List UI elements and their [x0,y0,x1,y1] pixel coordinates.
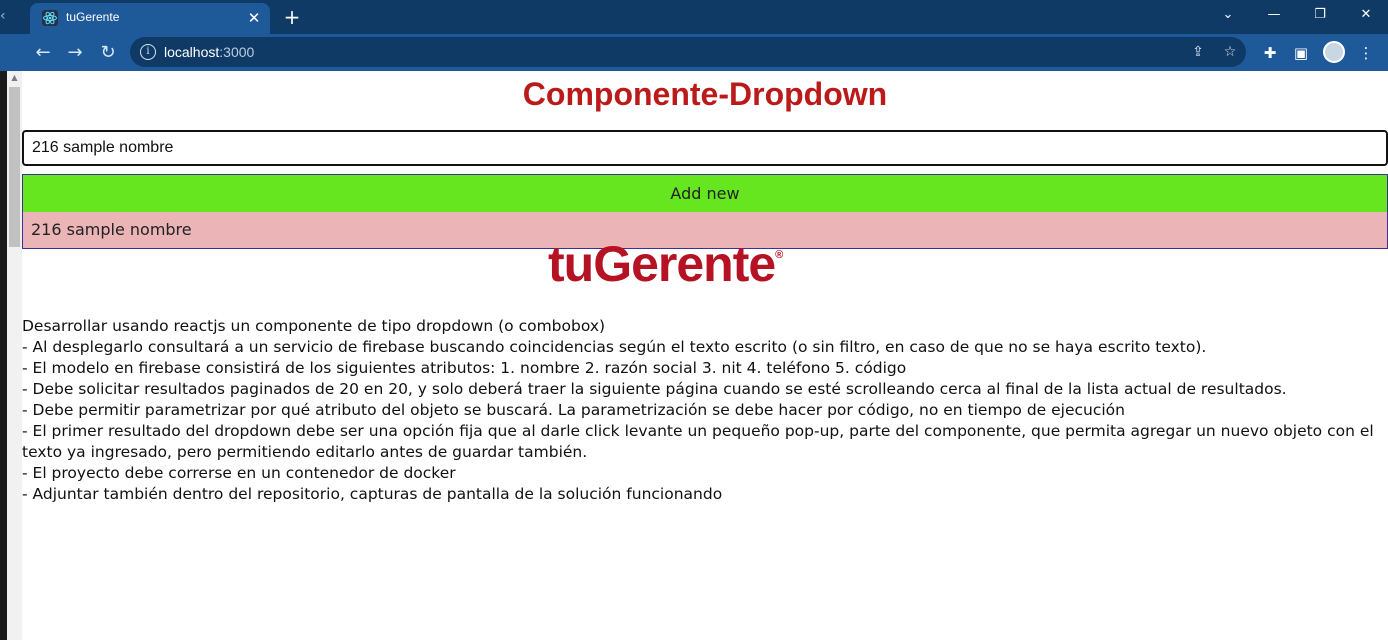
tab-close-icon[interactable]: ✕ [244,8,264,28]
react-favicon-icon [42,10,58,26]
search-input[interactable] [22,130,1388,166]
logo-text: tuGerente [548,236,776,292]
description-line: - El modelo en firebase consistirá de lo… [22,359,907,377]
page-title: Componente-Dropdown [522,76,888,112]
menu-kebab-icon[interactable]: ⋮ [1355,42,1377,64]
back-arrow-icon[interactable]: ← [30,40,56,66]
description-line: - Adjuntar también dentro del repositori… [22,485,723,503]
registered-mark: ® [775,249,783,261]
page-scrollbar[interactable]: ▲ [0,71,22,640]
minimize-icon[interactable]: — [1260,4,1288,26]
description-line: - Al desplegarlo consultará a un servici… [22,338,1207,356]
scroll-up-arrow-icon[interactable]: ▲ [7,73,22,85]
description-line: Desarrollar usando reactjs un componente… [22,317,606,335]
browser-toolbar: ← → ↻ i localhost:3000 ⇪ ☆ ✚ ▣ ⋮ [0,34,1388,71]
share-icon[interactable]: ⇪ [1188,42,1208,62]
scrollbar-rail [0,71,7,640]
bookmark-star-icon[interactable]: ☆ [1220,42,1240,62]
close-window-icon[interactable]: ✕ [1352,4,1380,26]
new-tab-button[interactable]: + [280,5,304,29]
scrollbar-thumb[interactable] [9,87,20,247]
site-info-icon[interactable]: i [140,44,156,60]
description-line: - Debe permitir parametrizar por qué atr… [22,401,1125,419]
restore-icon[interactable]: ❐ [1306,4,1334,26]
page-content: Componente-Dropdown Add new 216 sample n… [22,71,1388,640]
url-host: localhost [164,44,220,60]
tab-search-chevron-icon[interactable]: ⌄ [1214,4,1242,26]
address-bar[interactable]: i localhost:3000 ⇪ ☆ [130,37,1246,67]
url-port: :3000 [219,44,255,60]
forward-arrow-icon[interactable]: → [62,40,88,66]
description-line: - El proyecto debe correrse en un conten… [22,464,456,482]
description-line: - Debe solicitar resultados paginados de… [22,380,1287,398]
extensions-puzzle-icon[interactable]: ✚ [1259,42,1281,64]
profile-avatar[interactable] [1323,41,1345,63]
reload-icon[interactable]: ↻ [95,40,121,66]
tugerente-logo: tuGerente® [548,235,783,293]
tab-scroll-left-icon[interactable]: ‹ [0,8,10,26]
side-panel-icon[interactable]: ▣ [1290,42,1312,64]
description-line: - El primer resultado del dropdown debe … [22,422,1379,461]
requirements-description: Desarrollar usando reactjs un componente… [22,316,1382,505]
url-text: localhost:3000 [164,44,254,60]
browser-tab-bar: ‹ tuGerente ✕ + ⌄ — ❐ ✕ [0,0,1388,34]
add-new-option[interactable]: Add new [23,175,1387,212]
tab-title: tuGerente [66,10,120,24]
browser-tab[interactable]: tuGerente ✕ [30,3,270,34]
